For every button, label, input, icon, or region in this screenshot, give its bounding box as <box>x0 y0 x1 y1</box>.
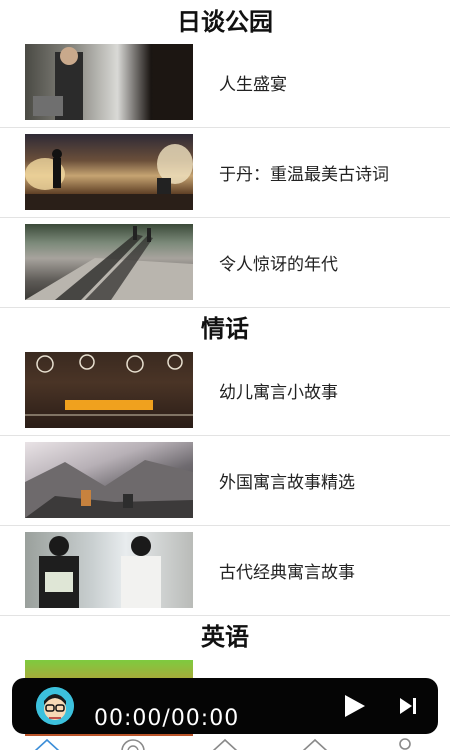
play-icon[interactable] <box>340 692 368 720</box>
list-item[interactable]: 人生盛宴 <box>0 38 450 128</box>
skip-next-icon[interactable] <box>394 692 422 720</box>
list-item[interactable]: 令人惊讶的年代 <box>0 218 450 308</box>
item-title: 人生盛宴 <box>219 75 287 95</box>
thumbnail-image <box>25 224 193 300</box>
thumbnail-image <box>25 44 193 120</box>
thumbnail-image <box>25 134 193 210</box>
thumbnail-image <box>25 532 193 608</box>
list-item[interactable]: 外国寓言故事精选 <box>0 436 450 526</box>
shop-icon[interactable] <box>210 736 240 750</box>
item-title: 古代经典寓言故事 <box>219 563 355 583</box>
section-title-ritan: 日谈公园 <box>177 8 273 36</box>
album-avatar[interactable] <box>36 687 74 725</box>
bottom-tab-bar <box>0 736 450 750</box>
home-icon[interactable] <box>32 736 62 750</box>
thumbnail-image <box>25 352 193 428</box>
item-title: 令人惊讶的年代 <box>219 255 338 275</box>
audio-player-bar: 00:00/00:00 <box>12 678 438 734</box>
item-title: 幼儿寓言小故事 <box>219 383 338 403</box>
item-title: 外国寓言故事精选 <box>219 473 355 493</box>
item-title: 于丹：重温最美古诗词 <box>219 165 389 185</box>
thumbnail-image <box>25 442 193 518</box>
section-title-qinghua: 情话 <box>201 315 249 343</box>
playback-time: 00:00/00:00 <box>94 706 240 731</box>
profile-icon[interactable] <box>390 736 420 750</box>
list-item[interactable]: 于丹：重温最美古诗词 <box>0 128 450 218</box>
section-title-english: 英语 <box>201 623 249 651</box>
list-item[interactable]: 古代经典寓言故事 <box>0 526 450 616</box>
list-item[interactable]: 幼儿寓言小故事 <box>0 346 450 436</box>
bookmark-icon[interactable] <box>300 736 330 750</box>
disc-icon[interactable] <box>118 736 148 750</box>
